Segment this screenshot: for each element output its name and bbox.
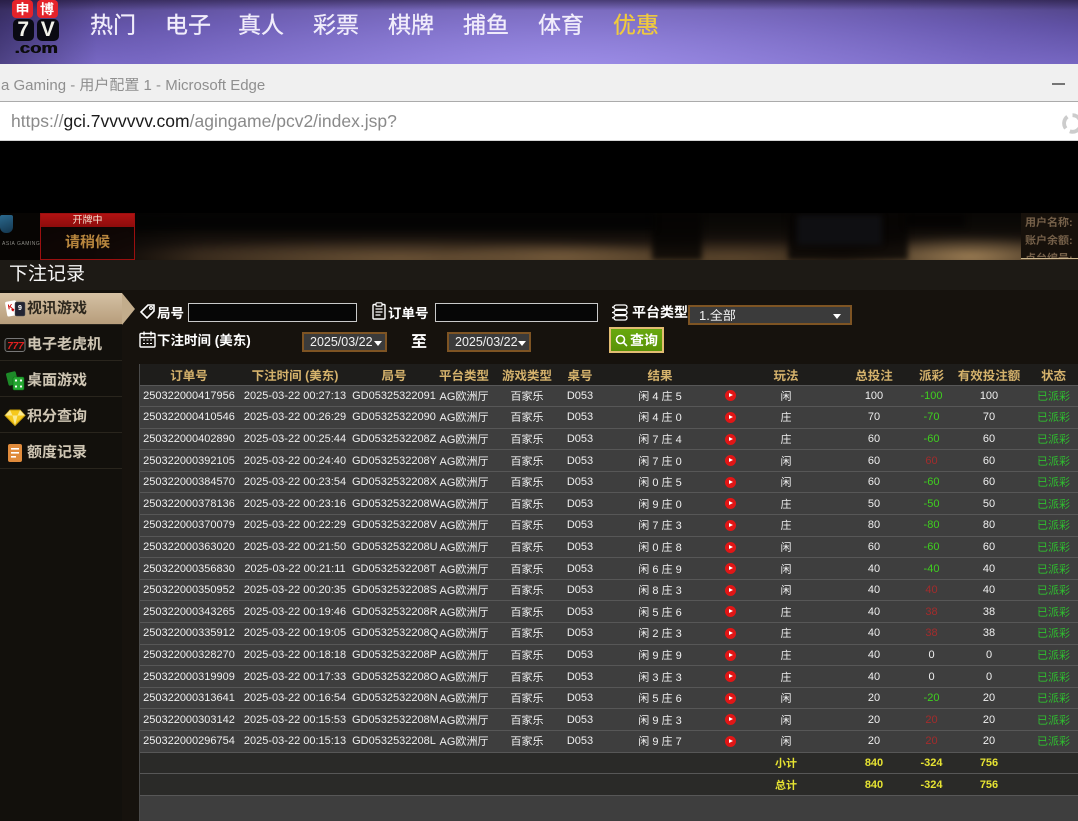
svg-text:9: 9: [18, 305, 22, 312]
svg-text:777: 777: [7, 341, 24, 352]
